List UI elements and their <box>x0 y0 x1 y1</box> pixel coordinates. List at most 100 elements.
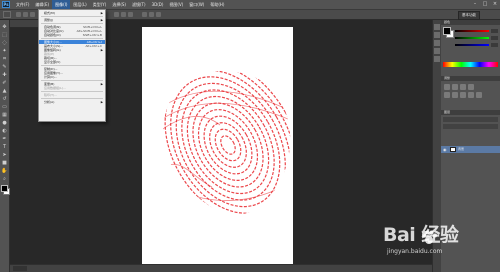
foreground-color-swatch[interactable] <box>1 185 8 192</box>
path-selection-tool-icon[interactable]: ➤ <box>1 152 8 159</box>
adjustments-panel-tab[interactable]: 调整 <box>441 76 500 81</box>
menu-separator <box>41 80 103 81</box>
color-panel-tab[interactable]: 颜色 <box>441 20 500 25</box>
color-balance-icon[interactable] <box>460 92 466 98</box>
submenu-arrow-icon: ▶ <box>100 11 103 15</box>
maximize-icon[interactable]: □ <box>482 1 488 7</box>
brush-tool-icon[interactable]: ✐ <box>1 80 8 87</box>
color-swatches[interactable] <box>443 27 454 38</box>
option-button[interactable] <box>142 12 147 17</box>
option-button[interactable] <box>23 12 28 17</box>
crop-tool-icon[interactable]: ⌗ <box>1 56 8 63</box>
menu-item-adjustments[interactable]: 调整(J) ▶ <box>39 18 105 22</box>
menu-separator <box>41 65 103 66</box>
menu-item-reveal-all[interactable]: 显示全部(V) <box>39 60 105 64</box>
green-value[interactable] <box>491 36 498 40</box>
menu-help[interactable]: 帮助(H) <box>207 0 227 9</box>
move-tool-icon[interactable]: ✥ <box>1 24 8 31</box>
eyedropper-tool-icon[interactable]: ✎ <box>1 64 8 71</box>
brightness-icon[interactable] <box>444 84 450 90</box>
window-controls: – □ × <box>472 1 498 7</box>
photo-filter-icon[interactable] <box>476 92 482 98</box>
zoom-tool-icon[interactable]: ⌕ <box>1 176 8 183</box>
adjustments-grid <box>444 84 496 98</box>
document-canvas[interactable] <box>142 27 293 265</box>
menu-view[interactable]: 视图(V) <box>166 0 186 9</box>
option-button[interactable] <box>30 12 35 17</box>
menu-item-calculations[interactable]: 计算(C)... <box>39 75 105 79</box>
menu-edit[interactable]: 编辑(E) <box>32 0 52 9</box>
workspace-switcher[interactable]: 基本功能 <box>458 11 480 20</box>
levels-icon[interactable] <box>452 84 458 90</box>
brush-panel-icon[interactable] <box>434 48 440 54</box>
menu-layer[interactable]: 图层(L) <box>70 0 89 9</box>
current-tool-icon[interactable] <box>3 11 11 18</box>
lasso-tool-icon[interactable]: ◌ <box>1 40 8 47</box>
character-panel-icon[interactable] <box>434 56 440 62</box>
healing-brush-tool-icon[interactable]: ✚ <box>1 72 8 79</box>
menu-separator <box>41 23 103 24</box>
type-tool-icon[interactable]: T <box>1 144 8 151</box>
menu-filter[interactable]: 滤镜(T) <box>129 0 149 9</box>
vibrance-icon[interactable] <box>444 92 450 98</box>
eraser-tool-icon[interactable]: ▭ <box>1 104 8 111</box>
option-button[interactable] <box>156 12 161 17</box>
menu-item-apply-data-set[interactable]: 应用数据组(L)... <box>39 86 105 90</box>
minimize-icon[interactable]: – <box>472 1 478 7</box>
menu-3d[interactable]: 3D(D) <box>149 0 167 9</box>
blue-slider[interactable] <box>455 44 489 46</box>
curves-icon[interactable] <box>460 84 466 90</box>
shape-tool-icon[interactable]: ■ <box>1 160 8 167</box>
menu-separator <box>41 98 103 99</box>
option-button[interactable] <box>16 12 21 17</box>
blue-value[interactable] <box>491 43 498 47</box>
menu-item-mode[interactable]: 模式(M) ▶ <box>39 11 105 15</box>
layer-name: 背景 <box>458 147 465 151</box>
magic-wand-tool-icon[interactable]: ✦ <box>1 48 8 55</box>
status-bar <box>10 264 432 272</box>
history-brush-tool-icon[interactable]: ↺ <box>1 96 8 103</box>
option-button[interactable] <box>114 12 119 17</box>
watermark-brand: Bai 经验 <box>383 224 459 246</box>
menu-item-trap[interactable]: 陷印(T)... <box>39 93 105 97</box>
zoom-field[interactable] <box>13 266 27 271</box>
ps-logo-icon: Ps <box>2 1 10 8</box>
blur-tool-icon[interactable]: ● <box>1 120 8 127</box>
pen-tool-icon[interactable]: ✒ <box>1 136 8 143</box>
baidu-watermark: Bai 经验 jingyan.baidu.com <box>383 222 493 262</box>
layers-panel-tab[interactable]: 图层 <box>441 110 500 115</box>
dodge-tool-icon[interactable]: ◐ <box>1 128 8 135</box>
option-button[interactable] <box>149 12 154 17</box>
close-icon[interactable]: × <box>492 1 498 7</box>
option-button[interactable] <box>128 12 133 17</box>
eye-icon[interactable]: ◉ <box>443 147 448 152</box>
menu-separator <box>41 38 103 39</box>
hue-saturation-icon[interactable] <box>452 92 458 98</box>
stamp-tool-icon[interactable]: ▲ <box>1 88 8 95</box>
red-value[interactable] <box>491 29 498 33</box>
layer-row-background[interactable]: ◉ 背景 <box>441 146 500 153</box>
gradient-tool-icon[interactable]: ▦ <box>1 112 8 119</box>
layer-filter-bar[interactable] <box>443 117 498 122</box>
option-button[interactable] <box>121 12 126 17</box>
info-panel-icon[interactable] <box>434 40 440 46</box>
color-spectrum[interactable] <box>443 62 498 67</box>
properties-panel-icon[interactable] <box>434 32 440 38</box>
fg-color-chip[interactable] <box>443 27 451 35</box>
green-slider[interactable] <box>455 37 489 39</box>
menu-window[interactable]: 窗口(W) <box>186 0 207 9</box>
menu-image[interactable]: 图像(I) <box>52 0 71 9</box>
blend-mode-bar[interactable] <box>443 124 498 129</box>
black-white-icon[interactable] <box>468 92 474 98</box>
menu-file[interactable]: 文件(F) <box>13 0 32 9</box>
marquee-tool-icon[interactable]: ⬚ <box>1 32 8 39</box>
menu-select[interactable]: 选择(S) <box>109 0 129 9</box>
menu-item-analysis[interactable]: 分析(A) ▶ <box>39 100 105 104</box>
history-panel-icon[interactable] <box>434 24 440 30</box>
red-slider[interactable] <box>455 30 489 32</box>
hand-tool-icon[interactable]: ✋ <box>1 168 8 175</box>
menu-item-auto-color[interactable]: 自动颜色(O) Shift+Ctrl+B <box>39 33 105 37</box>
fingerprint-image <box>162 70 291 215</box>
menu-type[interactable]: 类型(Y) <box>90 0 110 9</box>
exposure-icon[interactable] <box>468 84 474 90</box>
